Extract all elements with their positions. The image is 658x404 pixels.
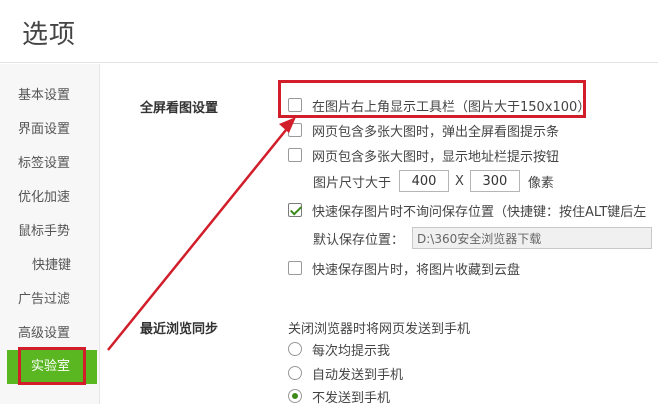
checkbox-address[interactable] [288,148,302,162]
width-input[interactable] [399,170,450,192]
sync-description: 关闭浏览器时将网页发送到手机 [288,322,471,337]
section-title-sync: 最近浏览同步 [140,322,219,337]
x-separator: X [455,173,464,189]
sidebar-item-label: 鼠标手势 [18,224,71,239]
radio-none-label: 不发送到手机 [312,390,391,404]
height-input[interactable] [469,170,520,192]
sidebar-item-adblock[interactable]: 广告过滤 [0,286,100,314]
sidebar-item-label: 基本设置 [18,88,71,103]
radio-option-prompt[interactable]: 每次均提示我 [288,339,390,359]
sidebar-item-label: 广告过滤 [18,292,71,307]
unit-label: 像素 [527,175,554,191]
checkbox-cloud[interactable] [288,261,302,275]
option-address[interactable]: 网页包含多张大图时，显示地址栏提示按钮 [288,145,559,165]
sidebar-item-basic[interactable]: 基本设置 [0,82,100,110]
option-quick-save[interactable]: 快速保存图片时不询问保存位置（快捷键：按住ALT键后左 [288,200,646,220]
sidebar-item-label: 优化加速 [18,190,71,205]
size-label: 图片尺寸大于 [313,175,392,191]
radio-option-auto[interactable]: 自动发送到手机 [288,363,403,383]
annotation-highlight-toolbar [278,80,586,118]
section-title-fullscreen: 全屏看图设置 [140,101,219,116]
sidebar-item-optimize[interactable]: 优化加速 [0,184,100,212]
sidebar-item-label: 标签设置 [18,156,71,171]
sidebar-item-interface[interactable]: 界面设置 [0,116,100,144]
option-prompt[interactable]: 网页包含多张大图时，弹出全屏看图提示条 [288,120,559,140]
checkbox-prompt[interactable] [288,123,302,137]
sidebar-item-tabs[interactable]: 标签设置 [0,150,100,178]
radio-auto[interactable] [288,366,302,380]
image-size-row: 图片尺寸大于 X 像素 [313,170,554,192]
checkbox-quick-save[interactable] [288,203,302,217]
radio-none[interactable] [288,389,302,403]
sidebar-item-gestures[interactable]: 鼠标手势 [0,218,100,246]
sidebar-item-shortcuts[interactable]: 快捷键 [0,252,100,280]
option-quick-save-label: 快速保存图片时不询问保存位置（快捷键：按住ALT键后左 [312,204,647,220]
option-cloud[interactable]: 快速保存图片时，将图片收藏到云盘 [288,258,520,278]
option-prompt-label: 网页包含多张大图时，弹出全屏看图提示条 [312,124,560,140]
sidebar-item-label: 界面设置 [18,122,71,137]
option-address-label: 网页包含多张大图时，显示地址栏提示按钮 [312,149,560,165]
page-title: 选项 [22,20,77,50]
option-cloud-label: 快速保存图片时，将图片收藏到云盘 [312,262,521,278]
sidebar-item-label: 高级设置 [18,326,71,341]
radio-prompt-label: 每次均提示我 [312,343,391,359]
annotation-highlight-lab [18,347,86,385]
sidebar-item-label: 快捷键 [32,258,72,273]
default-path-input[interactable] [412,227,653,249]
sidebar-item-advanced[interactable]: 高级设置 [0,320,100,348]
radio-option-none[interactable]: 不发送到手机 [288,386,390,404]
radio-auto-label: 自动发送到手机 [312,367,404,383]
header: 选项 [0,0,658,63]
default-path-row: 默认保存位置： [313,227,653,249]
radio-prompt[interactable] [288,342,302,356]
default-path-label: 默认保存位置： [313,232,405,248]
